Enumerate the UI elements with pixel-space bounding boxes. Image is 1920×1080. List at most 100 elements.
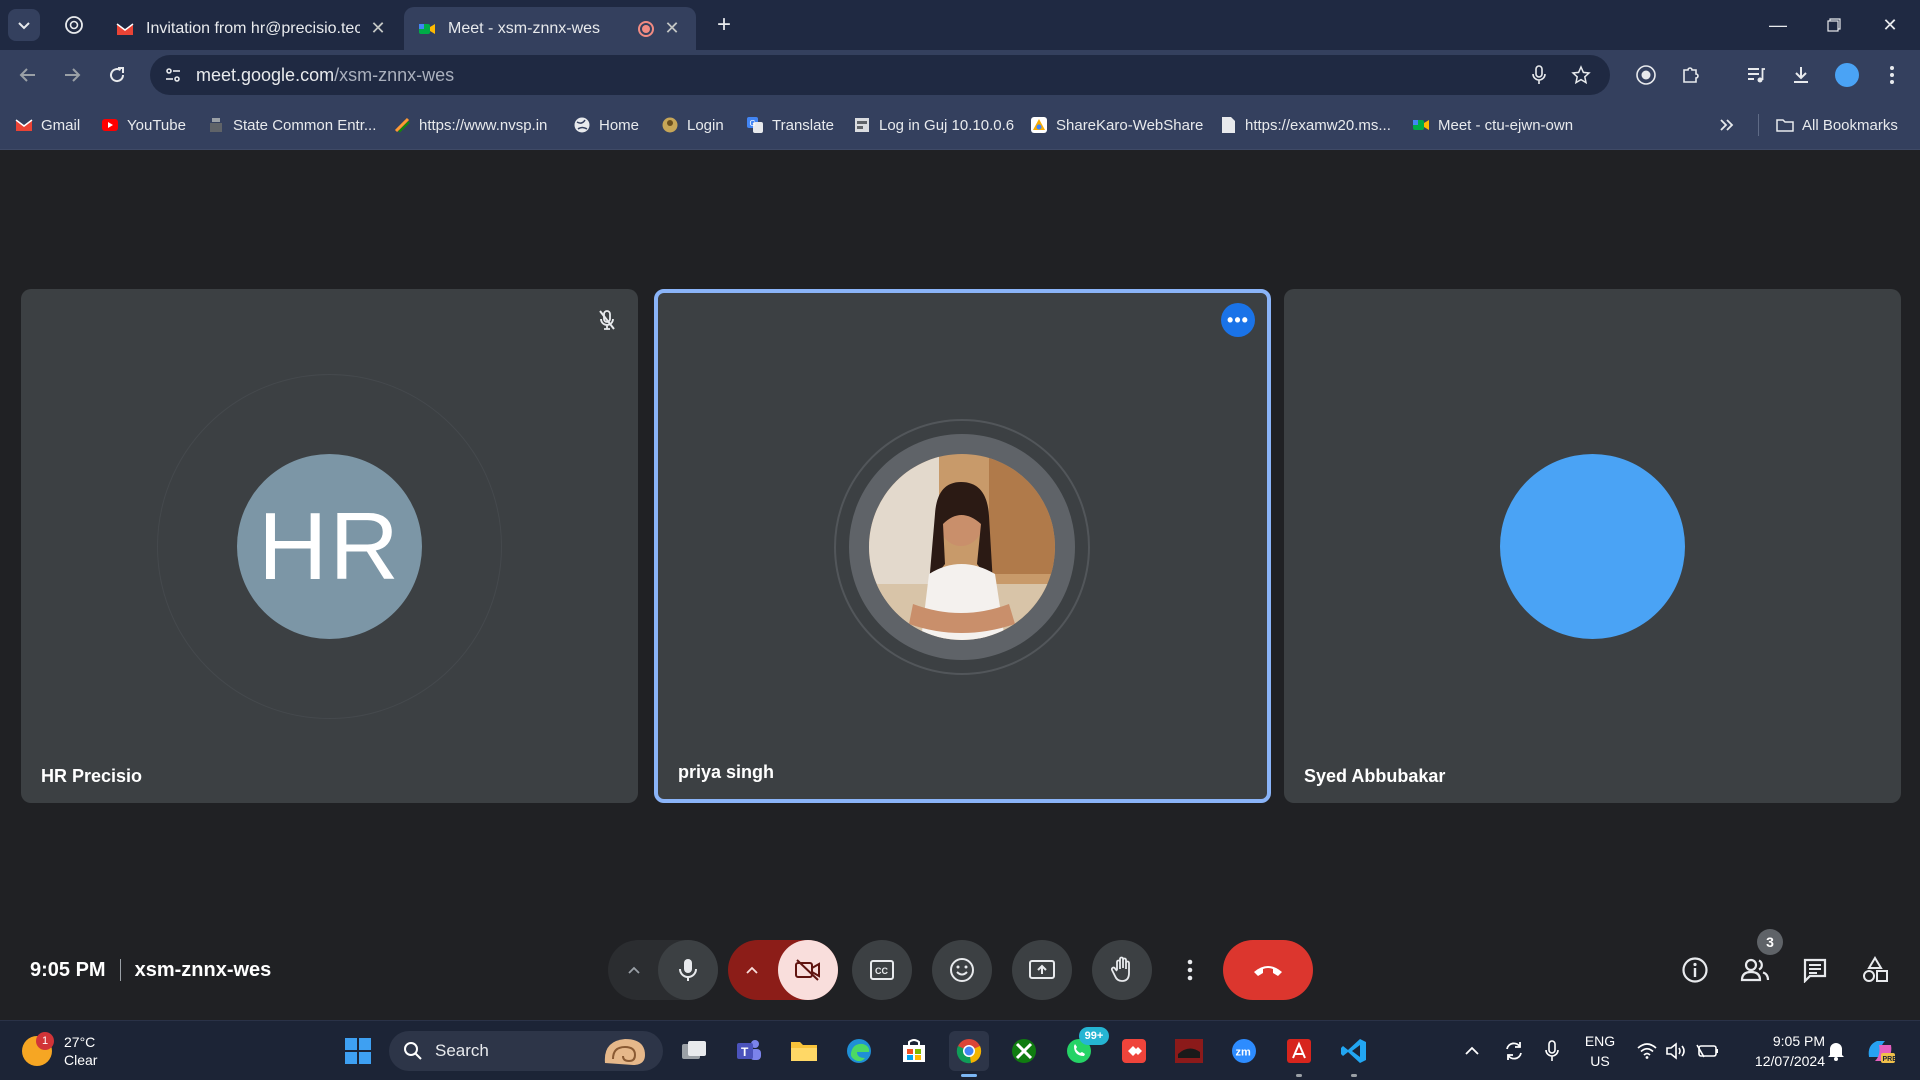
present-screen-button[interactable] bbox=[1012, 940, 1072, 1000]
browser-toolbar: meet.google.com/xsm-znnx-wes bbox=[0, 50, 1920, 100]
tab-google-meet[interactable]: Meet - xsm-znnx-wes ✕ bbox=[404, 7, 696, 50]
camera-button[interactable] bbox=[778, 940, 838, 1000]
edge-app[interactable] bbox=[839, 1031, 879, 1071]
teams-app[interactable]: T bbox=[729, 1031, 769, 1071]
zoom-app[interactable]: zm bbox=[1224, 1031, 1264, 1071]
volume-button[interactable] bbox=[1664, 1031, 1688, 1071]
more-options-button[interactable] bbox=[1166, 940, 1214, 1000]
bookmark-star-icon[interactable] bbox=[1566, 60, 1596, 90]
copilot-button[interactable]: PRE bbox=[1862, 1031, 1898, 1071]
back-button[interactable] bbox=[12, 59, 44, 91]
voice-search-icon[interactable] bbox=[1524, 60, 1554, 90]
pinned-tab-chatgpt[interactable] bbox=[56, 10, 92, 40]
captions-button[interactable]: CC bbox=[852, 940, 912, 1000]
more-vert-icon bbox=[1187, 959, 1193, 981]
start-button[interactable] bbox=[338, 1031, 378, 1071]
bookmark-label: State Common Entr... bbox=[233, 116, 377, 134]
leave-call-button[interactable] bbox=[1223, 940, 1313, 1000]
site-info-icon[interactable] bbox=[158, 60, 188, 90]
address-bar[interactable]: meet.google.com/xsm-znnx-wes bbox=[150, 55, 1610, 95]
vscode-app[interactable] bbox=[1334, 1031, 1374, 1077]
bookmark-youtube[interactable]: YouTube bbox=[101, 114, 186, 136]
bookmark-meet-ctu[interactable]: Meet - ctu-ejwn-own bbox=[1412, 114, 1573, 136]
bookmark-translate[interactable]: G Translate bbox=[746, 114, 834, 136]
wifi-icon bbox=[1637, 1043, 1657, 1059]
notifications-button[interactable] bbox=[1824, 1031, 1848, 1071]
tab-gmail-invitation[interactable]: Invitation from hr@precisio.tech ✕ bbox=[102, 7, 402, 50]
extensions-puzzle-icon[interactable] bbox=[1675, 59, 1707, 91]
media-controls-icon[interactable] bbox=[1740, 59, 1772, 91]
bookmark-home[interactable]: Home bbox=[573, 114, 639, 136]
acrobat-app[interactable] bbox=[1279, 1031, 1319, 1077]
lang-line1: ENG bbox=[1584, 1033, 1616, 1049]
participant-tile-hr-precisio[interactable]: HR HR Precisio bbox=[21, 289, 638, 803]
show-hidden-icons-button[interactable] bbox=[1460, 1031, 1484, 1071]
close-tab-icon[interactable]: ✕ bbox=[662, 18, 682, 39]
task-view-button[interactable] bbox=[674, 1031, 714, 1071]
browser-menu-icon[interactable] bbox=[1876, 59, 1908, 91]
taskbar-clock[interactable]: 9:05 PM 12/07/2024 bbox=[1735, 1031, 1825, 1071]
weather-desc: Clear bbox=[64, 1052, 98, 1068]
moon-weather-icon: 1 bbox=[22, 1032, 54, 1066]
xbox-app[interactable] bbox=[1004, 1031, 1044, 1071]
sync-icon bbox=[1506, 1042, 1522, 1060]
extension-record-icon[interactable] bbox=[1630, 59, 1662, 91]
raise-hand-button[interactable] bbox=[1092, 940, 1152, 1000]
bookmark-label: Gmail bbox=[41, 116, 81, 134]
search-icon bbox=[404, 1042, 422, 1060]
bookmark-nvsp[interactable]: https://www.nvsp.in bbox=[393, 114, 547, 136]
close-tab-icon[interactable]: ✕ bbox=[368, 18, 388, 39]
close-window-button[interactable]: ✕ bbox=[1870, 10, 1910, 40]
all-bookmarks-button[interactable]: All Bookmarks bbox=[1776, 114, 1898, 136]
restore-icon bbox=[1827, 18, 1841, 32]
chrome-app[interactable] bbox=[949, 1031, 989, 1077]
microsoft-store-app[interactable] bbox=[894, 1031, 934, 1071]
new-tab-button[interactable]: + bbox=[710, 12, 738, 40]
reactions-button[interactable] bbox=[932, 940, 992, 1000]
restore-button[interactable] bbox=[1814, 10, 1854, 40]
wifi-button[interactable] bbox=[1636, 1031, 1658, 1071]
bookmark-log-in-guj[interactable]: Log in Guj 10.10.0.6 bbox=[853, 114, 1014, 136]
whatsapp-app[interactable]: 99+ bbox=[1059, 1027, 1109, 1071]
forward-button[interactable] bbox=[56, 59, 88, 91]
bookmark-sharekaro[interactable]: ShareKaro-WebShare bbox=[1030, 114, 1203, 136]
mic-in-use-button[interactable] bbox=[1540, 1031, 1564, 1071]
bookmark-login[interactable]: Login bbox=[661, 114, 724, 136]
file-explorer-app[interactable] bbox=[784, 1031, 824, 1071]
arrow-right-icon bbox=[65, 68, 81, 82]
chat-button[interactable] bbox=[1795, 950, 1835, 990]
meeting-details-button[interactable] bbox=[1675, 950, 1715, 990]
participant-name: priya singh bbox=[678, 762, 775, 782]
bookmark-state-common-entrance[interactable]: State Common Entr... bbox=[207, 114, 376, 136]
anydesk-app[interactable] bbox=[1114, 1031, 1154, 1071]
activities-icon bbox=[1863, 956, 1888, 982]
activities-button[interactable] bbox=[1855, 950, 1895, 990]
bookmark-gmail[interactable]: Gmail bbox=[15, 114, 80, 136]
windows-logo-icon bbox=[345, 1038, 371, 1064]
sync-status-button[interactable] bbox=[1500, 1031, 1528, 1071]
google-meet-icon bbox=[419, 23, 435, 34]
weather-widget[interactable]: 1 27°C Clear bbox=[22, 1029, 97, 1073]
video-settings-chevron-icon[interactable] bbox=[740, 958, 764, 982]
audio-settings-chevron-icon[interactable] bbox=[622, 958, 646, 982]
bookmark-examw20[interactable]: https://examw20.ms... bbox=[1219, 114, 1391, 136]
participant-tile-syed-abbubakar[interactable]: Syed Abbubakar bbox=[1284, 289, 1901, 803]
nautilus-shell-icon bbox=[604, 1039, 645, 1065]
bookmark-label: https://examw20.ms... bbox=[1245, 116, 1391, 134]
download-icon[interactable] bbox=[1785, 59, 1817, 91]
reload-button[interactable] bbox=[101, 59, 133, 91]
language-indicator[interactable]: ENG US bbox=[1580, 1031, 1620, 1071]
copilot-icon: PRE bbox=[1868, 1041, 1895, 1063]
game-launcher-app[interactable] bbox=[1169, 1031, 1209, 1071]
microphone-button[interactable] bbox=[658, 940, 718, 1000]
people-button[interactable] bbox=[1735, 950, 1775, 990]
profile-avatar[interactable] bbox=[1831, 59, 1863, 91]
battery-button[interactable] bbox=[1694, 1031, 1720, 1071]
more-options-icon[interactable]: ••• bbox=[1221, 303, 1255, 337]
tab-search-button[interactable] bbox=[8, 9, 40, 41]
participant-tile-priya-singh[interactable]: ••• priya singh bbox=[654, 289, 1271, 803]
minimize-button[interactable]: — bbox=[1758, 10, 1798, 40]
acrobat-icon bbox=[1287, 1039, 1311, 1063]
more-bookmarks-button[interactable] bbox=[1717, 114, 1735, 136]
taskbar-search[interactable]: Search bbox=[389, 1031, 663, 1071]
